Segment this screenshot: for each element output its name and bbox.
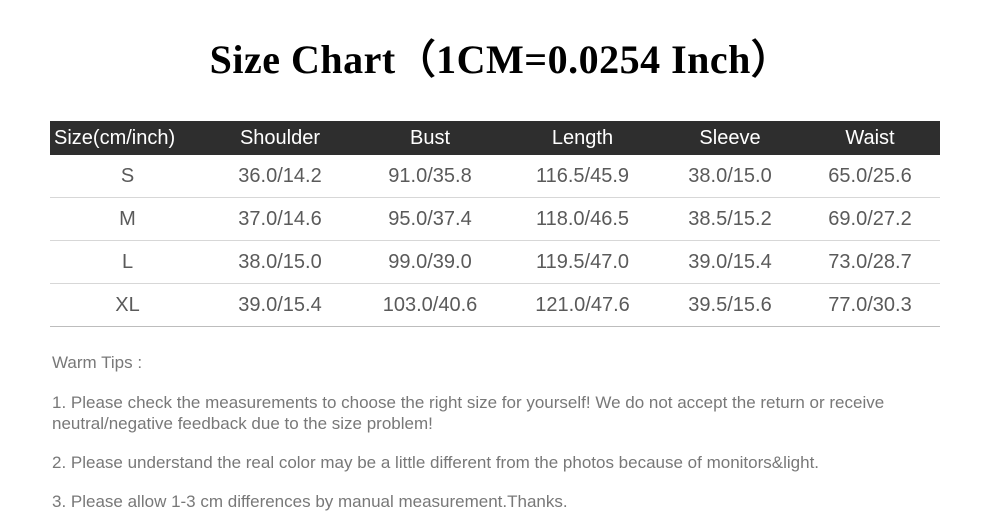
cell-waist: 77.0/30.3 (800, 283, 940, 327)
cell-length: 118.0/46.5 (505, 197, 660, 241)
column-header-sleeve: Sleeve (699, 127, 761, 149)
column-header-length: Length (551, 127, 614, 149)
column-header-waist: Waist (845, 127, 895, 149)
cell-waist: 73.0/28.7 (800, 240, 940, 284)
cell-sleeve: 39.0/15.4 (660, 240, 800, 284)
cell-shoulder: 38.0/15.0 (205, 240, 355, 284)
column-header-size: Size(cm/inch) (54, 127, 176, 149)
cell-waist: 69.0/27.2 (800, 197, 940, 241)
table-header: Size(cm/inch) Shoulder Bust Length Sleev… (50, 121, 940, 155)
size-table: Size(cm/inch) Shoulder Bust Length Sleev… (50, 121, 940, 327)
cell-sleeve: 38.0/15.0 (660, 155, 800, 198)
cell-bust: 103.0/40.6 (355, 283, 505, 327)
size-chart-page: Size Chart（1CM=0.0254 Inch） Size(cm/inch… (0, 0, 1001, 521)
warm-tips-heading: Warm Tips : (52, 353, 143, 372)
table-row: XL 39.0/15.4 103.0/40.6 121.0/47.6 39.5/… (50, 283, 940, 327)
cell-size: XL (50, 283, 205, 327)
column-header-bust: Bust (409, 127, 451, 149)
cell-length: 119.5/47.0 (505, 240, 660, 284)
cell-shoulder: 37.0/14.6 (205, 197, 355, 241)
cell-sleeve: 38.5/15.2 (660, 197, 800, 241)
cell-shoulder: 39.0/15.4 (205, 283, 355, 327)
size-table-container: Size(cm/inch) Shoulder Bust Length Sleev… (50, 121, 940, 327)
cell-shoulder: 36.0/14.2 (205, 155, 355, 198)
warm-tip-item: 3. Please allow 1-3 cm differences by ma… (52, 492, 568, 511)
table-row: S 36.0/14.2 91.0/35.8 116.5/45.9 38.0/15… (50, 155, 940, 198)
cell-length: 116.5/45.9 (505, 155, 660, 198)
column-header-shoulder: Shoulder (239, 127, 321, 149)
cell-bust: 99.0/39.0 (355, 240, 505, 284)
cell-bust: 95.0/37.4 (355, 197, 505, 241)
cell-size: S (50, 155, 205, 198)
cell-sleeve: 39.5/15.6 (660, 283, 800, 327)
page-title: Size Chart（1CM=0.0254 Inch） (209, 37, 792, 82)
table-row: L 38.0/15.0 99.0/39.0 119.5/47.0 39.0/15… (50, 240, 940, 284)
warm-tip-item: 2. Please understand the real color may … (52, 453, 820, 472)
cell-waist: 65.0/25.6 (800, 155, 940, 198)
cell-size: M (50, 197, 205, 241)
warm-tips-section: Warm Tips : 1. Please check the measurem… (52, 352, 952, 512)
table-body: S 36.0/14.2 91.0/35.8 116.5/45.9 38.0/15… (50, 155, 940, 327)
cell-length: 121.0/47.6 (505, 283, 660, 327)
cell-bust: 91.0/35.8 (355, 155, 505, 198)
warm-tip-item: 1. Please check the measurements to choo… (52, 393, 885, 433)
table-header-row: Size(cm/inch) Shoulder Bust Length Sleev… (50, 121, 940, 155)
cell-size: L (50, 240, 205, 284)
table-row: M 37.0/14.6 95.0/37.4 118.0/46.5 38.5/15… (50, 197, 940, 241)
